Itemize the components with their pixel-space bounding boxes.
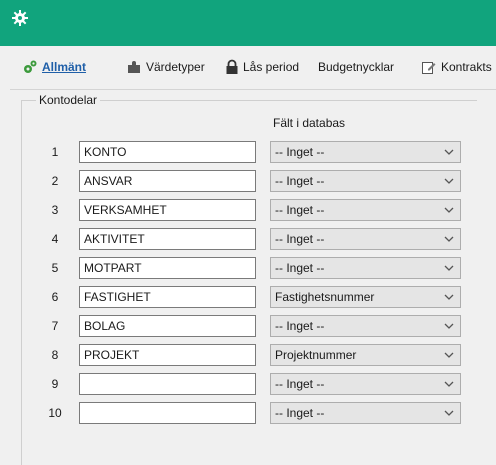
chevron-down-icon: [444, 294, 454, 300]
chevron-down-icon: [444, 178, 454, 184]
chevron-down-icon: [444, 236, 454, 242]
row-number: 6: [51, 290, 59, 304]
lock-icon: [226, 59, 238, 74]
select-value: -- Inget --: [275, 203, 325, 217]
select-value: Fastighetsnummer: [275, 290, 375, 304]
select-value: Projektnummer: [275, 348, 357, 362]
select-value: -- Inget --: [275, 261, 325, 275]
select-value: -- Inget --: [275, 377, 325, 391]
row-number: 3: [51, 203, 59, 217]
chevron-down-icon: [444, 352, 454, 358]
database-field-select[interactable]: Fastighetsnummer: [270, 286, 461, 308]
tab-label: Allmänt: [42, 60, 87, 74]
kontodel-name-input[interactable]: [79, 402, 256, 424]
database-field-select[interactable]: -- Inget --: [270, 373, 461, 395]
table-row: 5 MOTPART -- Inget --: [0, 257, 496, 279]
database-field-select[interactable]: -- Inget --: [270, 141, 461, 163]
tab-kontrakts[interactable]: Kontrakts: [421, 56, 492, 78]
table-row: 9 -- Inget --: [0, 373, 496, 395]
tab-label: Kontrakts: [441, 60, 492, 74]
table-row: 10 -- Inget --: [0, 402, 496, 424]
kontodel-name-input[interactable]: PROJEKT: [79, 344, 256, 366]
table-row: 8 PROJEKT Projektnummer: [0, 344, 496, 366]
table-row: 1 KONTO -- Inget --: [0, 141, 496, 163]
row-number: 8: [51, 348, 59, 362]
tab-budgetnycklar[interactable]: Budgetnycklar: [318, 56, 394, 78]
puzzle-icon: [128, 61, 140, 73]
kontodel-name-input[interactable]: KONTO: [79, 141, 256, 163]
group-legend: Kontodelar: [36, 93, 101, 107]
database-field-select[interactable]: Projektnummer: [270, 344, 461, 366]
kontodel-name-input[interactable]: [79, 373, 256, 395]
chevron-down-icon: [444, 207, 454, 213]
kontodel-name-input[interactable]: ANSVAR: [79, 170, 256, 192]
tab-vardetyper[interactable]: Värdetyper: [126, 56, 205, 78]
select-value: -- Inget --: [275, 174, 325, 188]
table-row: 2 ANSVAR -- Inget --: [0, 170, 496, 192]
chevron-down-icon: [444, 323, 454, 329]
select-value: -- Inget --: [275, 145, 325, 159]
tab-las-period[interactable]: Lås period: [225, 56, 299, 78]
tab-label: Värdetyper: [146, 60, 205, 74]
gears-icon: [24, 60, 37, 73]
kontodel-name-input[interactable]: BOLAG: [79, 315, 256, 337]
tab-divider: [10, 89, 496, 90]
table-row: 7 BOLAG -- Inget --: [0, 315, 496, 337]
select-value: -- Inget --: [275, 232, 325, 246]
tab-label: Lås period: [243, 60, 300, 74]
table-row: 3 VERKSAMHET -- Inget --: [0, 199, 496, 221]
database-field-select[interactable]: -- Inget --: [270, 170, 461, 192]
kontodel-name-input[interactable]: FASTIGHET: [79, 286, 256, 308]
select-value: -- Inget --: [275, 319, 325, 333]
row-number: 10: [48, 406, 62, 420]
column-header-falt-i-databas: Fält i databas: [273, 116, 346, 130]
chevron-down-icon: [444, 381, 454, 387]
tab-bar: Allmänt Värdetyper Lås period Budgetnyck…: [0, 46, 496, 90]
tab-allmant[interactable]: Allmänt: [22, 56, 86, 78]
row-number: 5: [51, 261, 59, 275]
gear-icon[interactable]: [10, 8, 30, 28]
row-number: 7: [51, 319, 59, 333]
select-value: -- Inget --: [275, 406, 325, 420]
row-number: 9: [51, 377, 59, 391]
edit-icon: [422, 62, 436, 74]
row-number: 2: [51, 174, 59, 188]
chevron-down-icon: [444, 149, 454, 155]
title-bar: [0, 0, 496, 46]
chevron-down-icon: [444, 265, 454, 271]
database-field-select[interactable]: -- Inget --: [270, 315, 461, 337]
chevron-down-icon: [444, 410, 454, 416]
database-field-select[interactable]: -- Inget --: [270, 228, 461, 250]
table-row: 4 AKTIVITET -- Inget --: [0, 228, 496, 250]
row-number: 4: [51, 232, 59, 246]
database-field-select[interactable]: -- Inget --: [270, 402, 461, 424]
row-number: 1: [51, 145, 59, 159]
database-field-select[interactable]: -- Inget --: [270, 257, 461, 279]
kontodel-name-input[interactable]: AKTIVITET: [79, 228, 256, 250]
database-field-select[interactable]: -- Inget --: [270, 199, 461, 221]
kontodel-name-input[interactable]: MOTPART: [79, 257, 256, 279]
kontodel-name-input[interactable]: VERKSAMHET: [79, 199, 256, 221]
table-row: 6 FASTIGHET Fastighetsnummer: [0, 286, 496, 308]
tab-label: Budgetnycklar: [318, 60, 395, 74]
